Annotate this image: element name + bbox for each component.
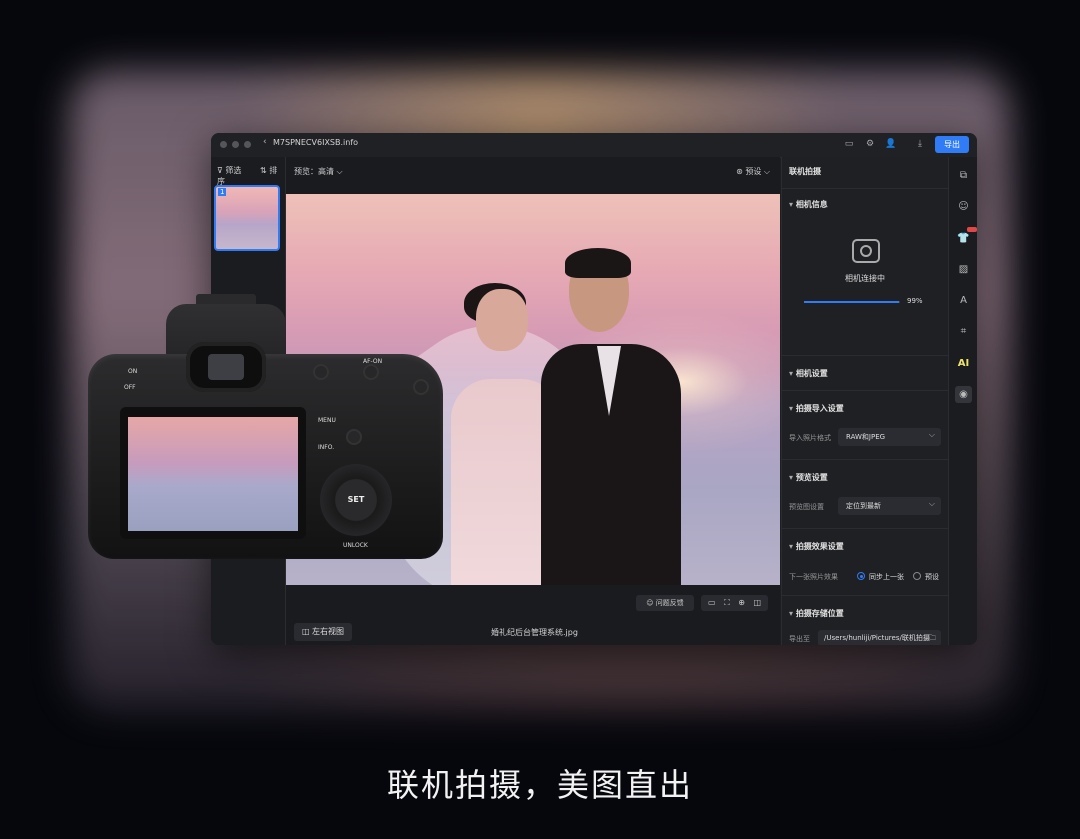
import-settings-section: 拍摄导入设置 导入照片格式 RAW和JPEG: [782, 390, 948, 459]
set-label: SET: [347, 495, 365, 504]
preset-option-label: 预设: [925, 573, 939, 581]
camera-dial: SET: [320, 464, 392, 536]
filter-sort-bar: ⊽ 筛选 ⇅ 排序: [217, 165, 285, 187]
ai-icon[interactable]: AI: [955, 355, 972, 372]
download-icon[interactable]: ⤓: [914, 138, 926, 150]
camera-viewfinder: [186, 342, 266, 392]
feedback-label: 问题反馈: [655, 599, 684, 607]
image-icon[interactable]: ▨: [955, 261, 972, 278]
sync-previous-label: 同步上一张: [869, 573, 904, 581]
camera-button: [363, 364, 379, 380]
portrait-retouch-icon[interactable]: ☺: [955, 198, 972, 215]
preset-label: 预设: [745, 167, 762, 176]
progress-percent: 99%: [907, 297, 923, 305]
effect-settings-title[interactable]: 拍摄效果设置: [789, 541, 844, 552]
preview-quality-label: 预览：高清: [294, 167, 334, 176]
preset-button[interactable]: ⊛ 预设 ⌵: [736, 166, 770, 177]
storage-path-field[interactable]: /Users/hunliji/Pictures/联机拍摄 🗀: [818, 630, 941, 645]
preview-settings-section: 预览设置 预览图设置 定位到最新: [782, 459, 948, 528]
panel-title: 联机拍摄: [789, 167, 821, 176]
sync-previous-radio[interactable]: [857, 572, 865, 580]
text-icon[interactable]: A: [955, 292, 972, 309]
dslr-camera-image: MENU INFO. AF-ON ON OFF SET UNLOCK: [88, 294, 448, 564]
window-close-dot[interactable]: [220, 141, 227, 148]
preview-image-label: 预览图设置: [789, 503, 824, 511]
folder-icon[interactable]: 🗀: [929, 630, 936, 645]
fit-icon[interactable]: ▭: [708, 598, 716, 607]
filter-button[interactable]: ⊽ 筛选: [217, 166, 249, 175]
camera-button: [413, 379, 429, 395]
unlock-label: UNLOCK: [343, 542, 368, 549]
photo-thumbnail[interactable]: 1: [214, 185, 280, 251]
camera-info-section: 相机信息 相机连接中 99%: [782, 188, 948, 355]
camera-info-title[interactable]: 相机信息: [789, 199, 828, 210]
on-label: ON: [128, 368, 138, 375]
export-to-label: 导出至: [789, 635, 810, 643]
camera-settings-title[interactable]: 相机设置: [789, 368, 828, 379]
window-zoom-dot[interactable]: [244, 141, 251, 148]
filter-label: 筛选: [225, 166, 242, 175]
export-button[interactable]: 导出: [935, 136, 969, 153]
camera-lcd-screen: [120, 407, 306, 539]
camera-button: [346, 429, 362, 445]
af-on-label: AF-ON: [363, 358, 383, 365]
window-minimize-dot[interactable]: [232, 141, 239, 148]
title-bar: ‹ M7SPNECV6IXSB.info ▭ ⚙ 👤 ⤓ 导出: [211, 133, 977, 158]
left-right-view-button[interactable]: ◫ 左右视图: [294, 623, 352, 641]
crop-icon[interactable]: ⌗: [955, 323, 972, 340]
window-title: M7SPNECV6IXSB.info: [273, 138, 359, 147]
lr-view-label: 左右视图: [312, 627, 345, 636]
info-label: INFO.: [318, 444, 335, 451]
storage-settings-section: 拍摄存储位置 导出至 /Users/hunliji/Pictures/联机拍摄🗀: [782, 595, 948, 645]
keyboard-icon[interactable]: ▭: [843, 138, 855, 150]
tool-strip: ⧉ ☺ 👕 ▨ A ⌗ AI ◉: [948, 157, 977, 645]
user-icon[interactable]: 👤: [885, 138, 897, 150]
camera-button: [313, 364, 329, 380]
thumbnail-number: 1: [218, 188, 227, 196]
settings-gear-icon[interactable]: ⚙: [864, 138, 876, 150]
tethered-camera-icon[interactable]: ◉: [955, 386, 972, 403]
new-badge: [967, 227, 977, 232]
tethered-shooting-panel: 联机拍摄 相机信息 相机连接中 99% 相机设置 拍摄导入设置 导入照片格式 R…: [781, 157, 948, 645]
import-format-label: 导入照片格式: [789, 434, 831, 442]
layers-icon[interactable]: ⧉: [955, 167, 972, 184]
storage-settings-title[interactable]: 拍摄存储位置: [789, 608, 844, 619]
preset-radio[interactable]: [913, 572, 921, 580]
back-arrow-icon[interactable]: ‹: [263, 137, 267, 147]
menu-label: MENU: [318, 417, 336, 424]
camera-icon: [852, 239, 880, 263]
effect-settings-section: 拍摄效果设置 下一张照片效果 同步上一张 预设: [782, 528, 948, 595]
connection-progress: [804, 301, 900, 303]
preview-image-select[interactable]: 定位到最新: [838, 495, 941, 515]
preview-settings-title[interactable]: 预览设置: [789, 472, 828, 483]
feedback-button[interactable]: ☺ 问题反馈: [636, 595, 694, 611]
connection-progress-fill: [804, 301, 900, 303]
file-name: 婚礼纪后台管理系统.jpg: [491, 628, 578, 637]
fullscreen-icon[interactable]: ⛶: [724, 598, 730, 607]
storage-path-text: /Users/hunliji/Pictures/联机拍摄: [824, 634, 930, 642]
clothing-icon[interactable]: 👕: [955, 227, 977, 247]
compare-icon[interactable]: ◫: [754, 598, 762, 607]
off-label: OFF: [124, 384, 136, 391]
camera-status: 相机连接中: [845, 274, 885, 283]
groom-figure: [541, 248, 691, 585]
camera-settings-section: 相机设置: [782, 355, 948, 390]
zoom-in-icon[interactable]: ⊕: [738, 598, 745, 607]
view-controls: ▭ ⛶ ⊕ ◫: [701, 595, 769, 611]
import-format-select[interactable]: RAW和JPEG: [838, 426, 941, 446]
import-settings-title[interactable]: 拍摄导入设置: [789, 403, 844, 414]
next-photo-effect-label: 下一张照片效果: [789, 573, 838, 581]
preview-quality-select[interactable]: 预览：高清 ⌵: [294, 166, 343, 177]
marketing-caption: 联机拍摄，美图直出: [386, 766, 693, 804]
